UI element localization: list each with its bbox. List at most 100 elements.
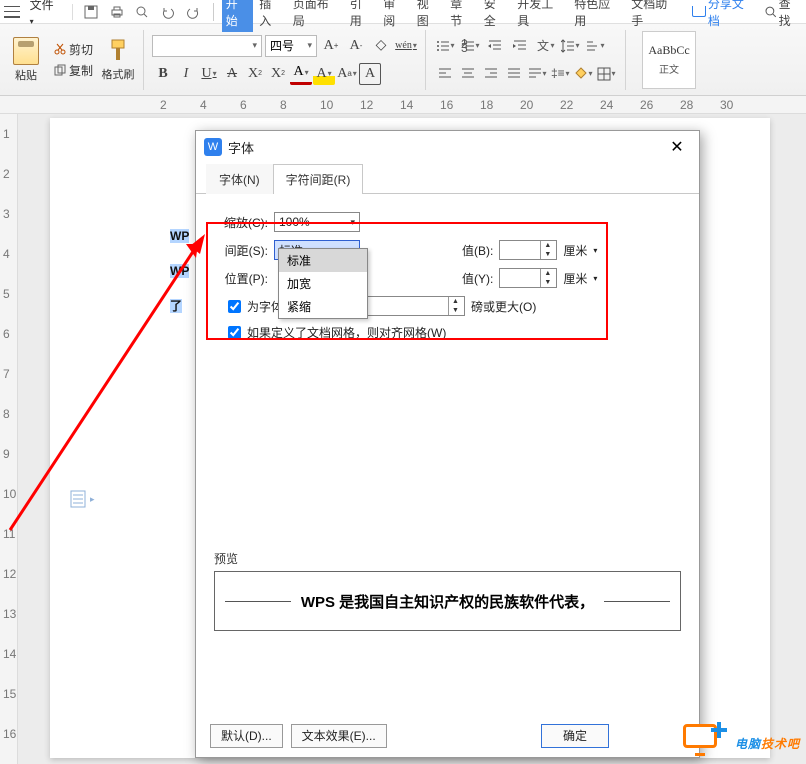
borders-button[interactable] (595, 63, 617, 85)
superscript-button[interactable]: X2 (244, 63, 266, 85)
copy-button[interactable]: 复制 (50, 61, 97, 80)
subscript-button[interactable]: X2 (267, 63, 289, 85)
format-painter-button[interactable]: 格式刷 (101, 38, 135, 82)
document-text-line1[interactable]: WP (170, 229, 189, 243)
paste-button[interactable]: 粘贴 (6, 37, 46, 83)
cut-button[interactable]: 剪切 (50, 40, 97, 59)
spacing-value-input[interactable] (500, 241, 540, 259)
spacing-option-expanded[interactable]: 加宽 (279, 272, 367, 295)
change-case-button[interactable]: Aa (336, 63, 358, 85)
text-effect-button[interactable]: 文本效果(E)... (291, 724, 387, 748)
tab-safety[interactable]: 安全 (480, 0, 512, 32)
kerning-suffix: 磅或更大(O) (471, 298, 536, 315)
position-value-spinner[interactable]: ▲▼ (499, 268, 557, 288)
position-unit[interactable]: 厘米 (563, 270, 587, 287)
position-value-input[interactable] (500, 269, 540, 287)
paste-icon (13, 37, 39, 65)
italic-button[interactable]: I (175, 63, 197, 85)
file-menu[interactable]: 文件 ▾ (24, 0, 67, 29)
spin-down[interactable]: ▼ (541, 250, 554, 259)
close-button[interactable]: ✕ (663, 135, 691, 159)
tab-sections[interactable]: 章节 (446, 0, 478, 32)
find-button[interactable]: 查找 (765, 0, 802, 29)
strikethrough-button[interactable]: A (221, 63, 243, 85)
underline-button[interactable]: U (198, 63, 220, 85)
spacing-value-spinner[interactable]: ▲▼ (499, 240, 557, 260)
tab-dochelper[interactable]: 文档助手 (627, 0, 682, 32)
menubar: 文件 ▾ 开始 插入 页面布局 引用 审阅 视图 章节 安全 开发工具 特色应用… (0, 0, 806, 24)
number-list-button[interactable]: 123 (459, 35, 481, 57)
paragraph-layout-button[interactable]: ‡≡ (549, 63, 571, 85)
kerning-checkbox[interactable] (228, 300, 241, 313)
line-spacing-button[interactable] (559, 35, 581, 57)
separator (213, 3, 214, 21)
document-text-line2[interactable]: WP (170, 264, 189, 278)
style-normal[interactable]: AaBbCc 正文 (642, 31, 696, 89)
tab-stops-button[interactable] (584, 35, 606, 57)
tab-references[interactable]: 引用 (346, 0, 378, 32)
snap-grid-checkbox[interactable] (228, 326, 241, 339)
dialog-titlebar[interactable]: W 字体 ✕ (196, 131, 699, 163)
shading-button[interactable] (572, 63, 594, 85)
horizontal-ruler[interactable]: 24681012141618202224262830 (0, 96, 806, 114)
bullet-list-button[interactable] (434, 35, 456, 57)
highlight-button[interactable]: A (313, 63, 335, 85)
char-border-button[interactable]: A (359, 63, 381, 85)
outline-nav-icon[interactable]: ▸ (70, 484, 110, 514)
align-left-button[interactable] (434, 63, 456, 85)
spin-down[interactable]: ▼ (449, 306, 462, 315)
spin-down[interactable]: ▼ (541, 278, 554, 287)
font-size-combo[interactable]: 四号▾ (265, 35, 317, 57)
tab-start[interactable]: 开始 (222, 0, 254, 32)
hamburger-menu-icon[interactable] (4, 6, 20, 18)
share-document-button[interactable]: 分享文档 (692, 0, 755, 29)
position-label: 位置(P): (214, 270, 268, 287)
spin-up[interactable]: ▲ (541, 241, 554, 250)
spacing-unit[interactable]: 厘米 (563, 242, 587, 259)
tab-pagelayout[interactable]: 页面布局 (289, 0, 344, 32)
zoom-combo[interactable]: 100%▾ (274, 212, 360, 232)
align-center-button[interactable] (457, 63, 479, 85)
clipboard-group: 剪切 复制 (50, 40, 97, 80)
tab-view[interactable]: 视图 (413, 0, 445, 32)
tab-review[interactable]: 审阅 (379, 0, 411, 32)
default-button[interactable]: 默认(D)... (210, 724, 283, 748)
separator (72, 4, 73, 20)
format-painter-label: 格式刷 (102, 66, 135, 82)
spacing-option-condensed[interactable]: 紧缩 (279, 295, 367, 318)
shrink-font-button[interactable]: A- (345, 35, 367, 57)
grow-font-button[interactable]: A+ (320, 35, 342, 57)
position-value-label: 值(Y): (462, 270, 493, 287)
tab-devtools[interactable]: 开发工具 (513, 0, 568, 32)
preview-section: 预览 WPS 是我国自主知识产权的民族软件代表， (214, 550, 681, 631)
decrease-indent-button[interactable] (484, 35, 506, 57)
vertical-ruler[interactable]: 12345678910111213141516 (0, 114, 18, 764)
print-icon[interactable] (105, 0, 128, 24)
spacing-option-standard[interactable]: 标准 (279, 249, 367, 272)
dialog-tabs: 字体(N) 字符间距(R) (196, 163, 699, 194)
preview-label: 预览 (214, 550, 681, 567)
document-text-line3[interactable]: 了 (170, 299, 182, 313)
redo-icon[interactable] (181, 0, 204, 24)
tab-insert[interactable]: 插入 (255, 0, 287, 32)
spin-up[interactable]: ▲ (449, 297, 462, 306)
tab-font[interactable]: 字体(N) (206, 164, 273, 194)
increase-indent-button[interactable] (509, 35, 531, 57)
save-icon[interactable] (79, 0, 102, 24)
phonetic-guide-button[interactable]: wén (395, 35, 417, 57)
ok-button[interactable]: 确定 (541, 724, 609, 748)
tab-special[interactable]: 特色应用 (570, 0, 625, 32)
font-name-combo[interactable]: ▾ (152, 35, 262, 57)
align-justify-button[interactable] (503, 63, 525, 85)
align-right-button[interactable] (480, 63, 502, 85)
text-direction-button[interactable]: 文 (534, 35, 556, 57)
paragraph-group: 123 文 ‡≡ (434, 35, 617, 85)
align-distribute-button[interactable] (526, 63, 548, 85)
print-preview-icon[interactable] (130, 0, 153, 24)
font-color-button[interactable]: A (290, 63, 312, 85)
clear-format-button[interactable]: ◇ (370, 35, 392, 57)
undo-icon[interactable] (156, 0, 179, 24)
tab-char-spacing[interactable]: 字符间距(R) (273, 164, 364, 194)
spin-up[interactable]: ▲ (541, 269, 554, 278)
bold-button[interactable]: B (152, 63, 174, 85)
